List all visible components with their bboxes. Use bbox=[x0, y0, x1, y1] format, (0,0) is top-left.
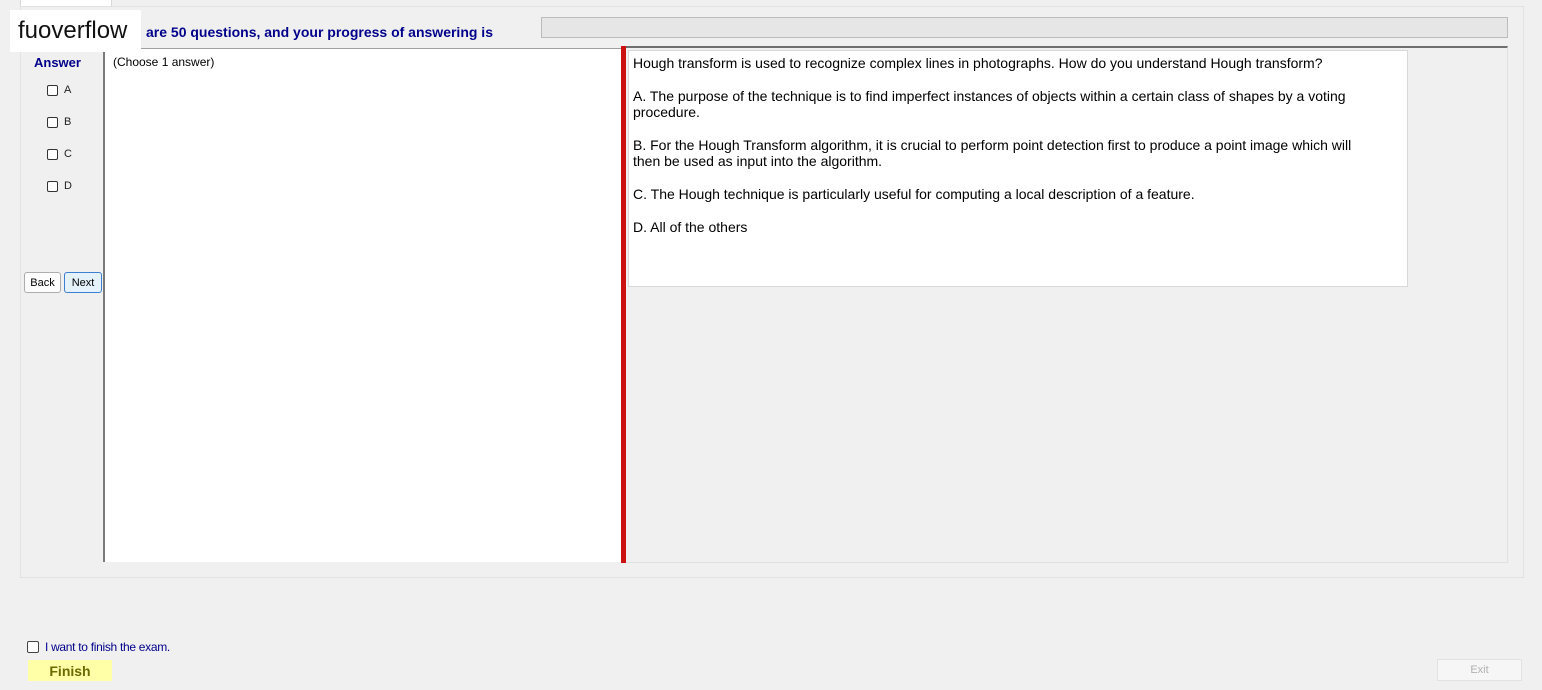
exam-window: fuoverflow are 50 questions, and your pr… bbox=[0, 0, 1542, 690]
choice-d-text: D. All of the others bbox=[633, 219, 748, 235]
option-c[interactable]: C bbox=[47, 148, 72, 160]
finish-exam-label: I want to finish the exam. bbox=[45, 640, 170, 654]
next-button[interactable]: Next bbox=[64, 272, 102, 293]
choice-c-text: C. The Hough technique is particularly u… bbox=[633, 186, 1195, 202]
choose-hint: (Choose 1 answer) bbox=[113, 55, 215, 69]
option-a-checkbox[interactable] bbox=[47, 84, 58, 96]
option-d-checkbox[interactable] bbox=[47, 180, 58, 192]
finish-exam-option[interactable]: I want to finish the exam. bbox=[27, 640, 170, 654]
back-button[interactable]: Back bbox=[24, 272, 61, 293]
progress-label: are 50 questions, and your progress of a… bbox=[146, 24, 493, 40]
option-b-label: B bbox=[64, 116, 72, 128]
option-b[interactable]: B bbox=[47, 116, 71, 128]
option-a[interactable]: A bbox=[47, 84, 71, 96]
exit-button[interactable]: Exit bbox=[1437, 659, 1522, 681]
option-a-label: A bbox=[64, 84, 72, 96]
finish-button[interactable]: Finish bbox=[28, 660, 112, 681]
progress-bar bbox=[541, 17, 1508, 38]
answer-title: Answer bbox=[34, 55, 81, 70]
choice-a-text: A. The purpose of the technique is to fi… bbox=[633, 88, 1346, 120]
option-d-label: D bbox=[64, 180, 72, 192]
answer-panel: (Choose 1 answer) bbox=[103, 48, 621, 562]
option-c-label: C bbox=[64, 148, 72, 160]
watermark-logo: fuoverflow bbox=[10, 10, 141, 52]
choice-b-text: B. For the Hough Transform algorithm, it… bbox=[633, 137, 1352, 169]
question-stem: Hough transform is used to recognize com… bbox=[633, 55, 1323, 71]
option-c-checkbox[interactable] bbox=[47, 148, 58, 160]
option-b-checkbox[interactable] bbox=[47, 116, 58, 128]
question-area: Hough transform is used to recognize com… bbox=[626, 46, 1508, 563]
question-box: Hough transform is used to recognize com… bbox=[628, 50, 1408, 287]
finish-exam-checkbox[interactable] bbox=[27, 641, 39, 653]
option-d[interactable]: D bbox=[47, 180, 72, 192]
